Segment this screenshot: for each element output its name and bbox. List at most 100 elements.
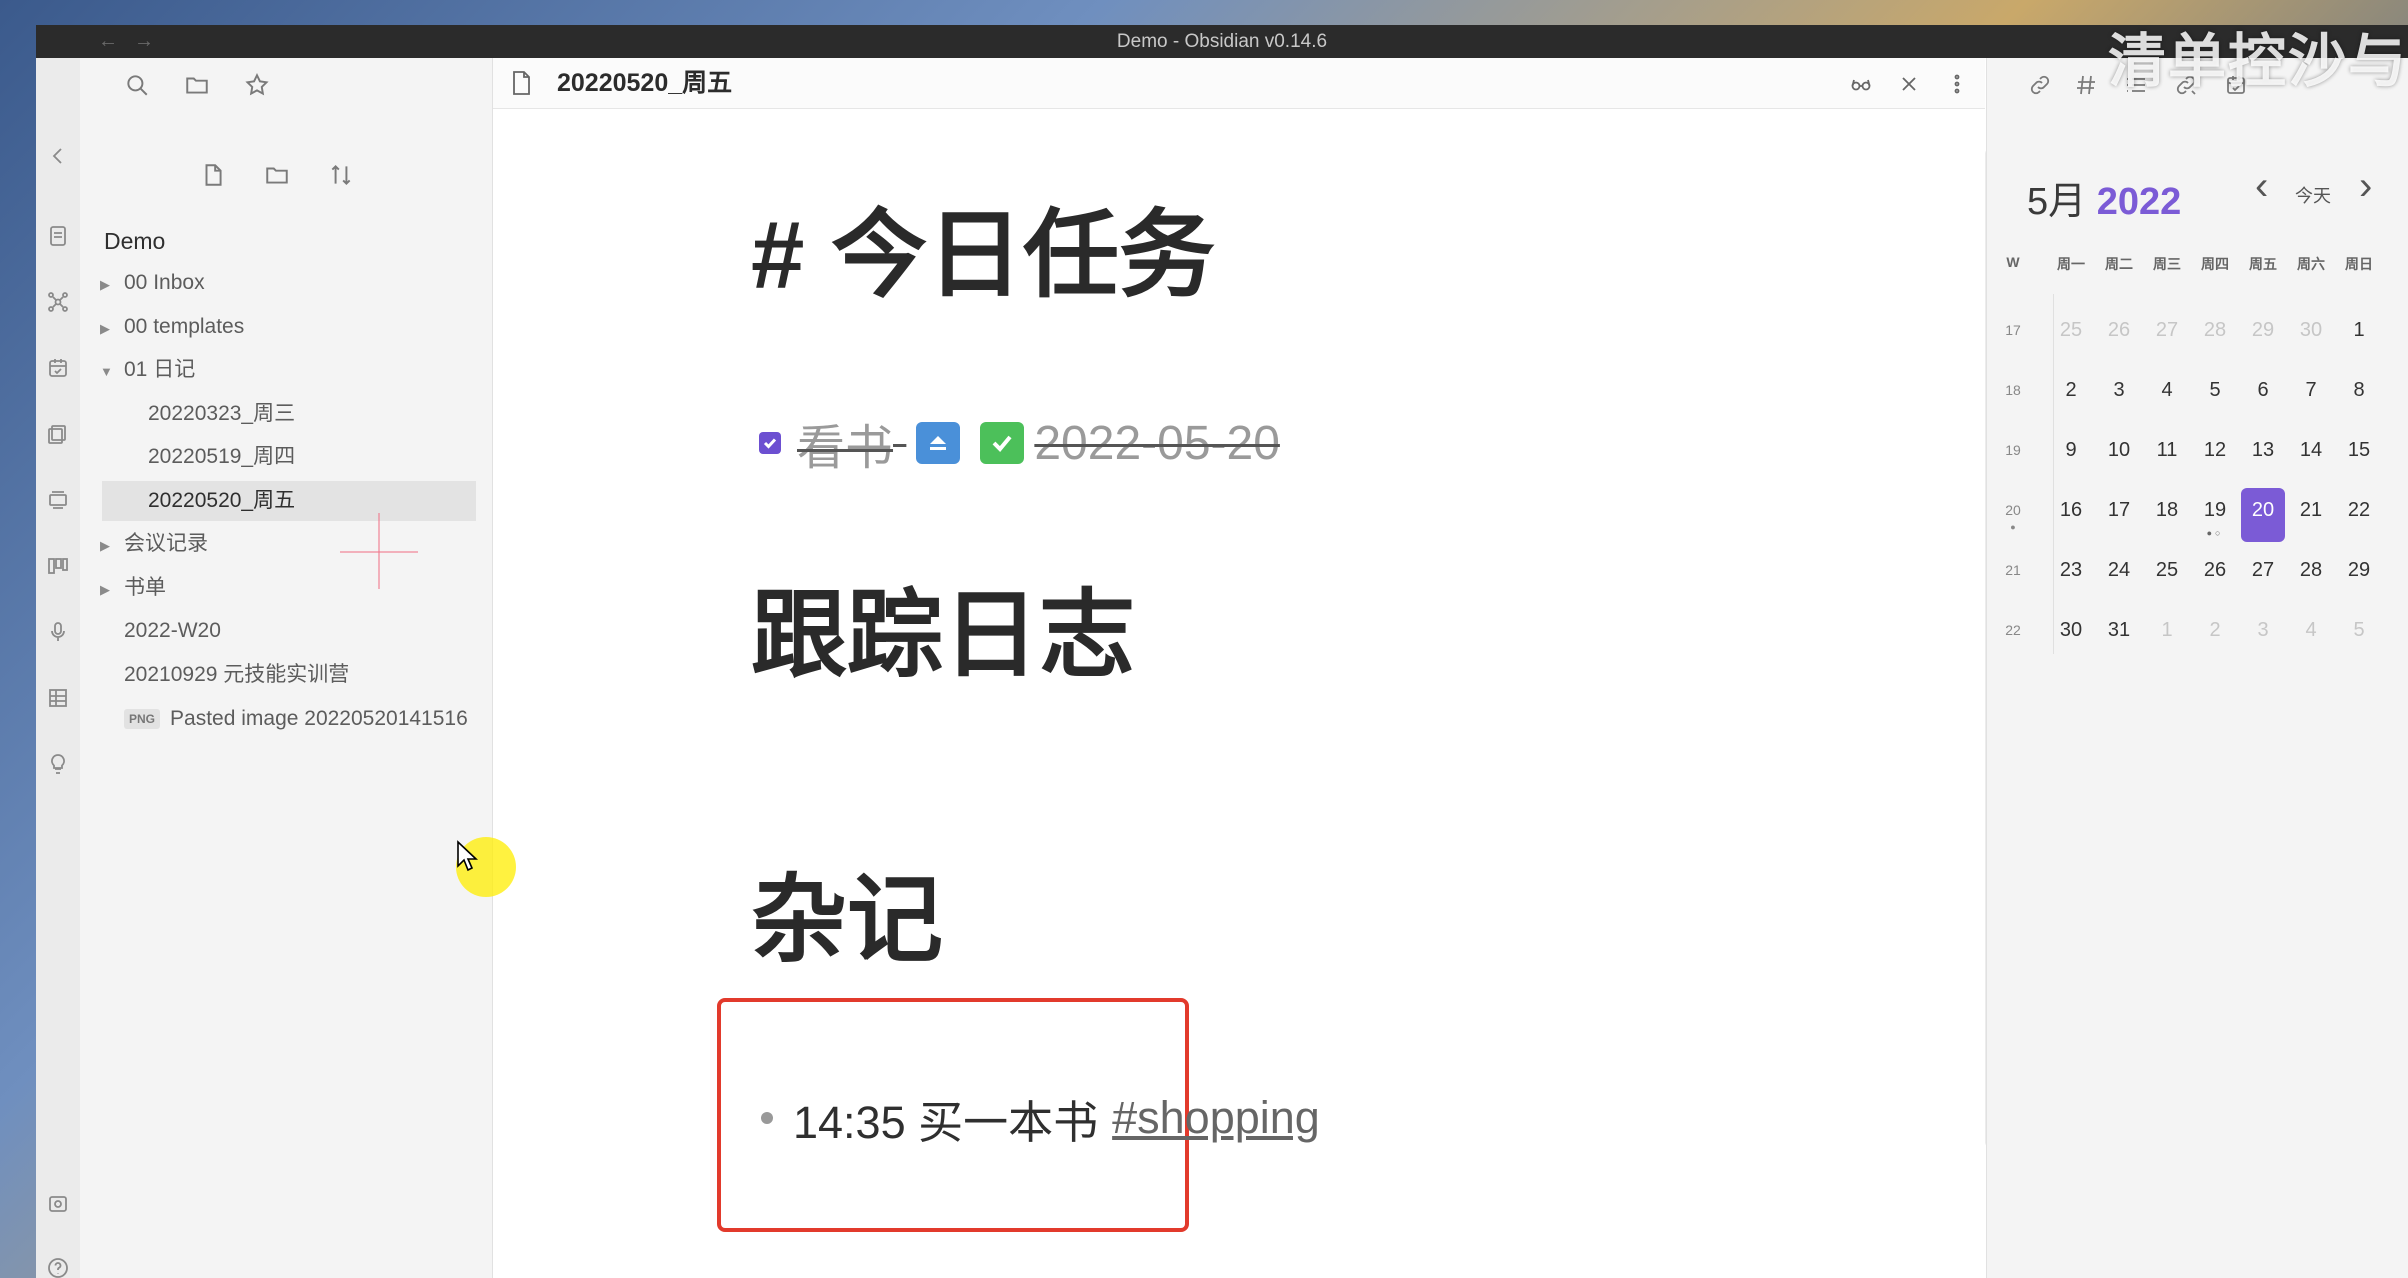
calendar-day[interactable]: 30 [2049,608,2093,662]
note-title[interactable]: 20220520_周五 [557,58,732,108]
week-number[interactable]: 20 [1999,502,2027,518]
calendar-day-today[interactable]: 20 [2241,488,2285,542]
tag-link[interactable]: #shopping [1112,1092,1320,1144]
week-number[interactable]: 21 [1999,562,2027,578]
calendar-day[interactable]: 13 [2241,428,2285,482]
folder-01-diary[interactable]: ▼ 01 日记 [100,350,195,390]
calendar-day[interactable]: 28 [2193,308,2237,362]
calendar-day[interactable]: 18 [2145,488,2189,542]
folder-00-templates[interactable]: ▶ 00 templates [100,307,244,347]
graph-view-icon[interactable] [44,288,72,316]
week-note-dot-icon: ● [2010,522,2016,532]
task-checkbox[interactable] [759,432,781,454]
calendar-day[interactable]: 25 [2049,308,2093,362]
calendar-day[interactable]: 2 [2049,368,2093,422]
calendar-day[interactable]: 12 [2193,428,2237,482]
calendar-day[interactable]: 27 [2241,548,2285,602]
more-options-icon[interactable] [1943,70,1971,98]
tags-icon[interactable] [2071,70,2101,100]
day-header: 周六 [2297,256,2325,272]
calendar-today-button[interactable]: 今天 [2295,182,2331,208]
star-icon[interactable] [242,70,272,100]
week-number[interactable]: 19 [1999,442,2027,458]
calendar-day[interactable]: 3 [2097,368,2141,422]
calendar-day[interactable]: 29 [2337,548,2381,602]
calendar-day[interactable]: 25 [2145,548,2189,602]
close-icon[interactable] [1895,70,1923,98]
calendar-day[interactable]: 27 [2145,308,2189,362]
collapse-sidebar-icon[interactable] [44,142,72,170]
task-item: 看书 2022-05-20 [759,408,1280,478]
calendar-day[interactable]: 5 [2337,608,2381,662]
folder-book-list[interactable]: ▶ 书单 [100,568,166,608]
calendar-next-button[interactable]: › [2359,164,2372,209]
calendar-day[interactable]: 1 [2145,608,2189,662]
daily-note-icon[interactable] [44,354,72,382]
calendar-day[interactable]: 3 [2241,608,2285,662]
collapsed-arrow-icon: ▶ [100,538,110,553]
reading-view-icon[interactable] [1847,70,1875,98]
document-icon [509,70,533,101]
calendar-day[interactable]: 16 [2049,488,2093,542]
calendar-day[interactable]: 1 [2337,308,2381,362]
calendar-day[interactable]: 15 [2337,428,2381,482]
calendar-day[interactable]: 5 [2193,368,2237,422]
calendar-day[interactable]: 30 [2289,308,2333,362]
file-20210929[interactable]: 20210929 元技能实训营 [124,655,349,695]
calendar-day[interactable]: 4 [2289,608,2333,662]
calendar-day[interactable]: 4 [2145,368,2189,422]
backlinks-icon[interactable] [2025,70,2055,100]
calendar-day[interactable]: 24 [2097,548,2141,602]
table-icon[interactable] [44,684,72,712]
file-pasted-image[interactable]: PNG Pasted image 20220520141516 [124,699,490,739]
week-number[interactable]: 17 [1999,322,2027,338]
lightbulb-icon[interactable] [44,750,72,778]
calendar-day[interactable]: 19 ●○ [2193,488,2237,542]
calendar-day[interactable]: 28 [2289,548,2333,602]
calendar-day[interactable]: 23 [2049,548,2093,602]
calendar-day[interactable]: 2 [2193,608,2237,662]
note-entry-text: 14:35 买一本书 [793,1096,1099,1148]
new-note-icon[interactable] [196,158,230,192]
folder-meeting-notes[interactable]: ▶ 会议记录 [100,524,208,564]
help-icon[interactable] [44,1254,72,1278]
calendar-day[interactable]: 7 [2289,368,2333,422]
calendar-prev-button[interactable]: ‹ [2255,164,2268,209]
calendar-day[interactable]: 17 [2097,488,2141,542]
calendar-day[interactable]: 11 [2145,428,2189,482]
calendar-day[interactable]: 22 [2337,488,2381,542]
vault-switcher-icon[interactable] [44,1190,72,1218]
file-2022-w20[interactable]: 2022-W20 [124,611,221,651]
editor-pane: 20220520_周五 # 今日任务 看书 2022-05-20 跟踪日志 杂记 [493,58,1997,1278]
templates-icon[interactable] [44,420,72,448]
folder-tab-icon[interactable] [182,70,212,100]
slides-icon[interactable] [44,486,72,514]
calendar-day[interactable]: 8 [2337,368,2381,422]
calendar-day[interactable]: 31 [2097,608,2141,662]
kanban-icon[interactable] [44,552,72,580]
calendar-day[interactable]: 26 [2193,548,2237,602]
sort-icon[interactable] [324,158,358,192]
open-quick-switcher-icon[interactable] [44,222,72,250]
sidebar-tab-bar [80,58,492,110]
expanded-arrow-icon: ▼ [100,364,113,379]
file-20220520-active[interactable]: 20220520_周五 [102,481,476,521]
audio-recorder-icon[interactable] [44,618,72,646]
week-number[interactable]: 22 [1999,622,2027,638]
week-number[interactable]: 18 [1999,382,2027,398]
day-header: 周三 [2153,256,2181,272]
calendar-day[interactable]: 26 [2097,308,2141,362]
calendar-day[interactable]: 14 [2289,428,2333,482]
watermark-text: 清单控沙与 [2107,29,2408,94]
calendar-day[interactable]: 10 [2097,428,2141,482]
calendar-day[interactable]: 9 [2049,428,2093,482]
file-20220323[interactable]: 20220323_周三 [148,394,295,434]
heading-today-tasks: # 今日任务 [751,202,1216,309]
calendar-day[interactable]: 21 [2289,488,2333,542]
calendar-day[interactable]: 29 [2241,308,2285,362]
calendar-day[interactable]: 6 [2241,368,2285,422]
search-icon[interactable] [122,70,152,100]
new-folder-icon[interactable] [260,158,294,192]
folder-00-inbox[interactable]: ▶ 00 Inbox [100,263,205,303]
file-20220519[interactable]: 20220519_周四 [148,437,295,477]
